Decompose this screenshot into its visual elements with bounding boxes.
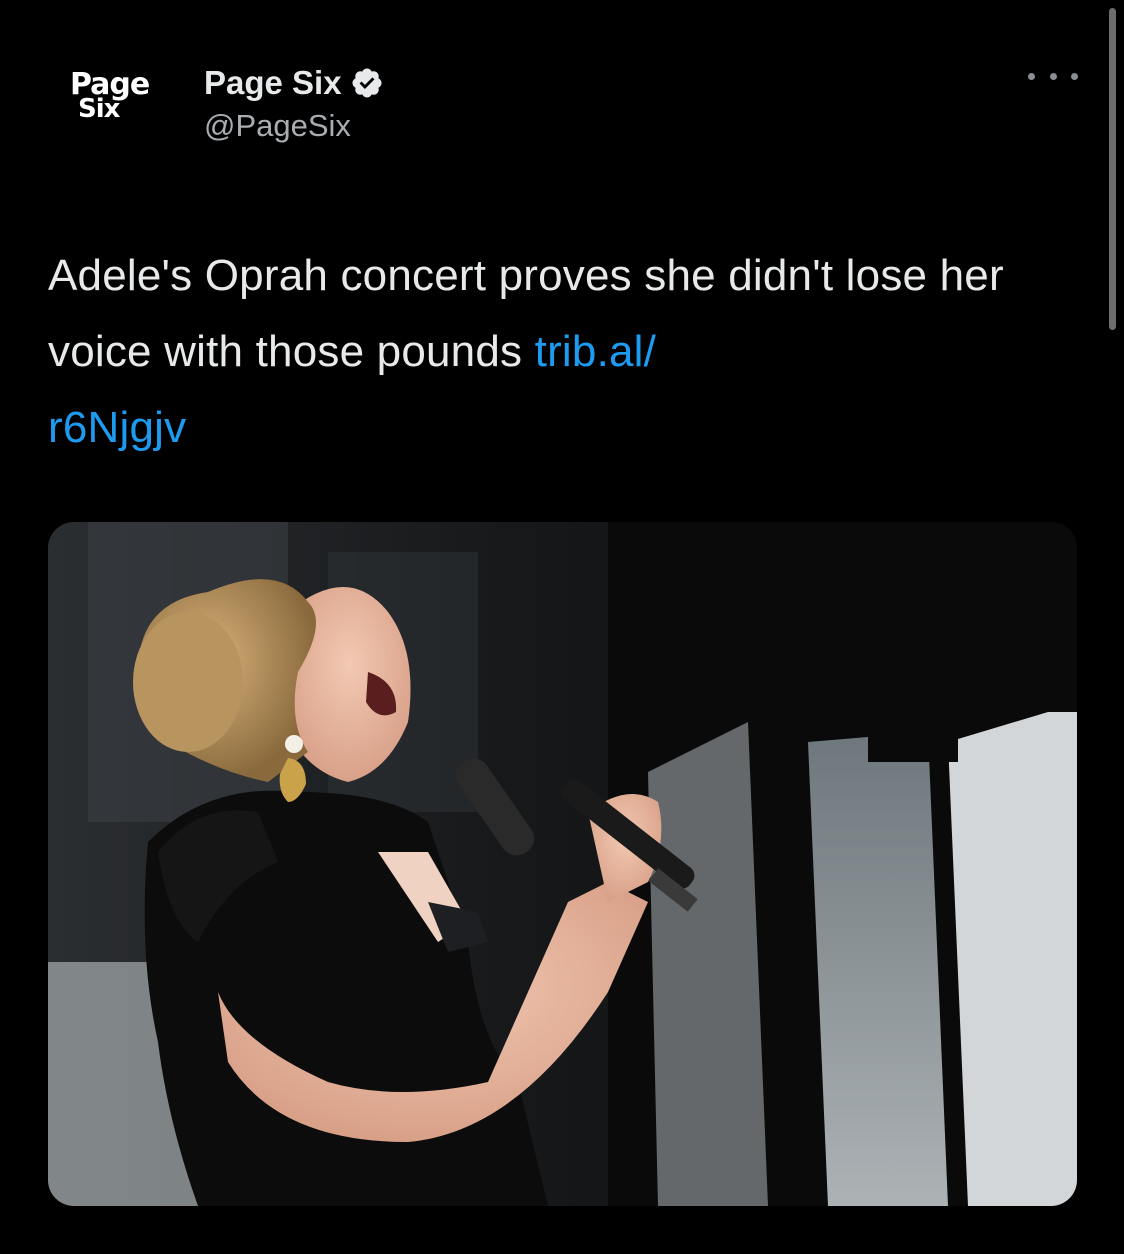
display-name-row: Page Six	[204, 62, 384, 104]
page-six-logo: Page Six	[70, 70, 170, 123]
tweet-media-photo[interactable]	[48, 522, 1077, 1206]
more-horizontal-icon-dot	[1028, 72, 1035, 80]
tweet-body-text: Adele's Oprah concert proves she didn't …	[48, 251, 1004, 376]
display-name[interactable]: Page Six	[204, 64, 342, 102]
avatar[interactable]: Page Six	[48, 58, 178, 158]
scrollbar[interactable]	[1108, 0, 1116, 340]
scrollbar-thumb[interactable]	[1109, 8, 1116, 330]
verified-badge-icon	[350, 66, 384, 100]
author-handle[interactable]: @PageSix	[204, 108, 384, 144]
more-horizontal-icon-dot	[1049, 72, 1057, 80]
tweet-text: Adele's Oprah concert proves she didn't …	[48, 238, 1078, 466]
more-options-button[interactable]	[1028, 66, 1078, 86]
author-names: Page Six @PageSix	[204, 62, 384, 144]
more-horizontal-icon-dot	[1071, 72, 1078, 80]
photo-of-singer-with-microphone	[48, 522, 1077, 1206]
tweet-header: Page Six Page Six @PageSix	[48, 58, 1078, 158]
tweet-link-line-2: r6Njgjv	[48, 403, 187, 452]
tweet-link-line-1: trib.al/	[534, 327, 657, 376]
